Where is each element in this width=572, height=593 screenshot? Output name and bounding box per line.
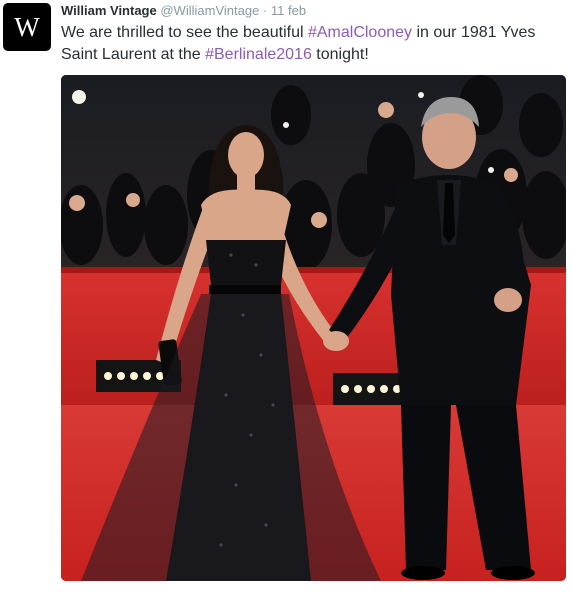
- tweet-header: William Vintage @WilliamVintage · 11 feb: [61, 3, 306, 19]
- red-carpet-photo: [61, 75, 566, 581]
- hashtag-link[interactable]: #Berlinale2016: [205, 46, 312, 63]
- tweet-text: We are thrilled to see the beautiful #Am…: [61, 22, 561, 66]
- tweet-photo[interactable]: [61, 75, 566, 581]
- author-fullname[interactable]: William Vintage: [61, 3, 157, 18]
- author-username[interactable]: @WilliamVintage: [160, 3, 259, 18]
- tweet-text-part: We are thrilled to see the beautiful: [61, 24, 308, 41]
- tweet-timestamp[interactable]: 11 feb: [271, 3, 306, 18]
- profile-avatar[interactable]: W: [3, 3, 51, 51]
- tweet-text-part: tonight!: [311, 46, 369, 63]
- holding-hands: [323, 331, 349, 351]
- tweet: W William Vintage @WilliamVintage · 11 f…: [0, 0, 572, 593]
- hashtag-link[interactable]: #AmalClooney: [308, 24, 412, 41]
- avatar-logo-letter: W: [14, 11, 40, 42]
- header-separator: ·: [262, 3, 268, 18]
